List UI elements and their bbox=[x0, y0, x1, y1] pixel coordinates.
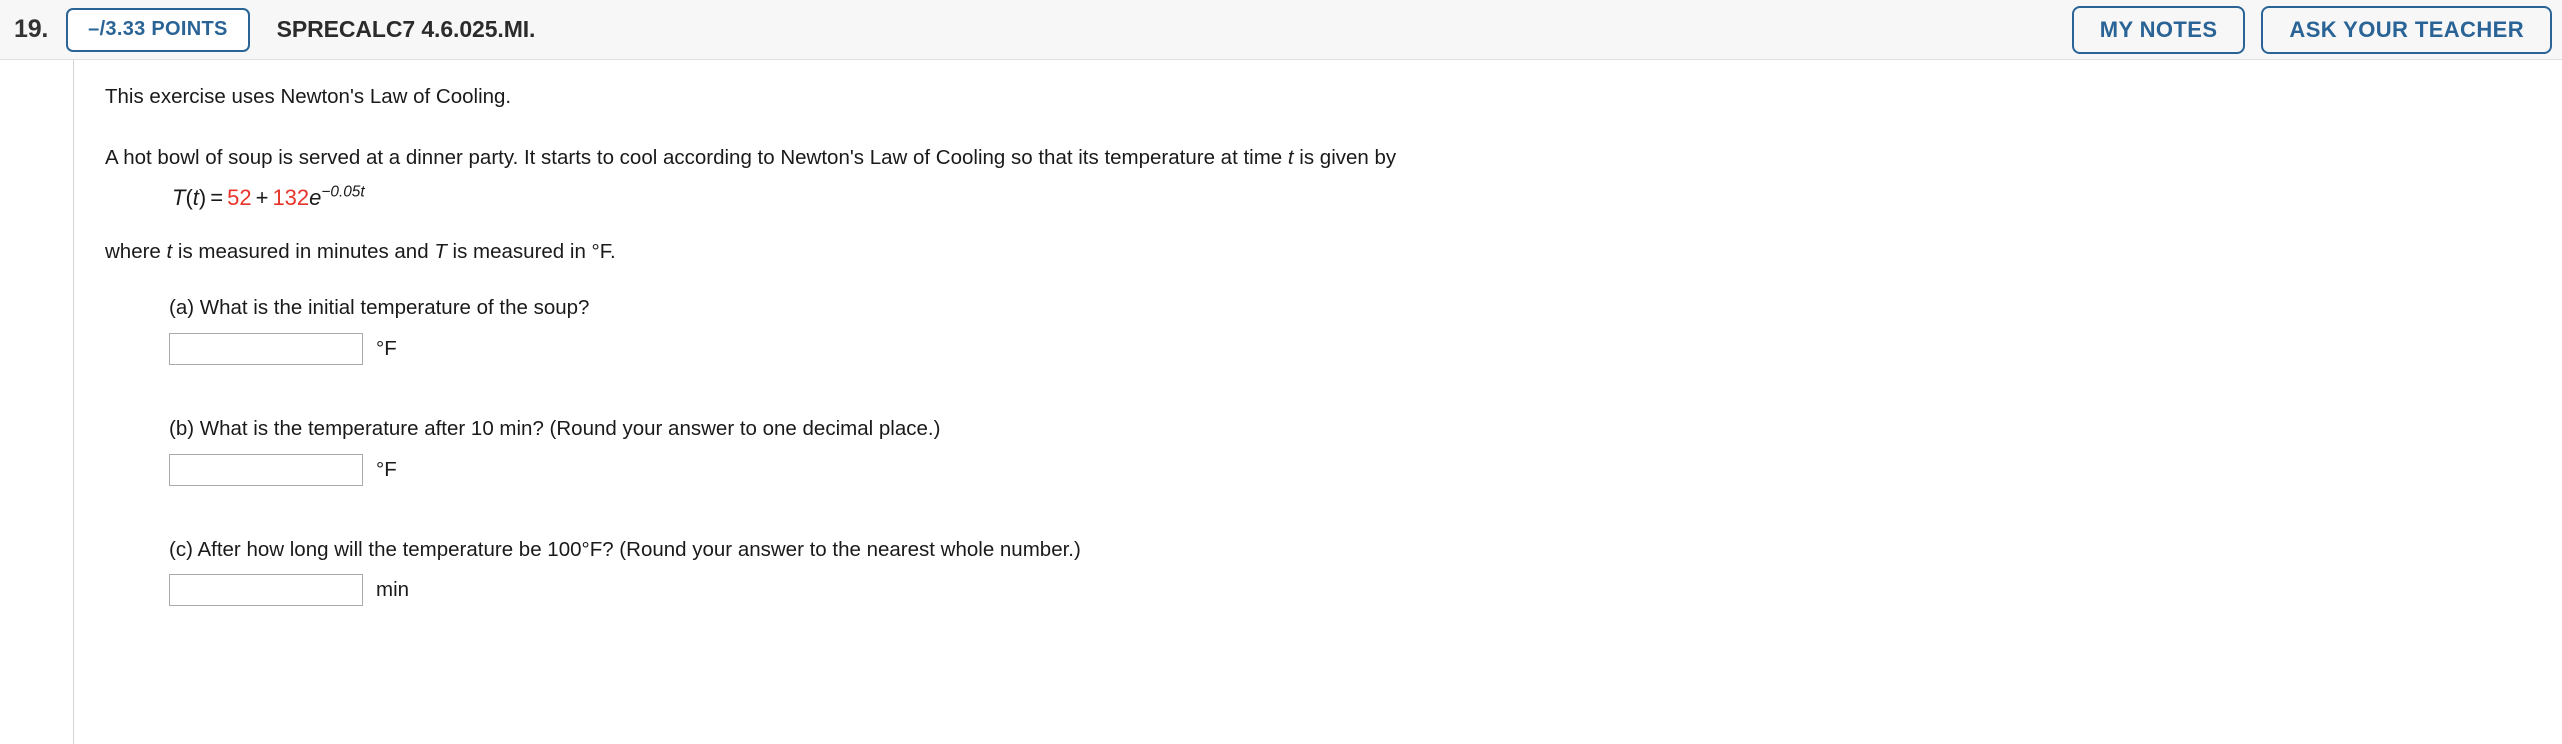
part-a-unit-label: °F bbox=[376, 337, 397, 361]
part-b: (b) What is the temperature after 10 min… bbox=[169, 365, 2542, 486]
equation-equals-sign: = bbox=[210, 185, 224, 211]
question-code: SPRECALC7 4.6.025.MI. bbox=[276, 16, 536, 42]
my-notes-label: MY NOTES bbox=[2099, 16, 2218, 42]
part-c: (c) After how long will the temperature … bbox=[169, 486, 2542, 607]
question-content: This exercise uses Newton's Law of Cooli… bbox=[105, 60, 2542, 607]
question-parts: (a) What is the initial temperature of t… bbox=[105, 265, 2542, 607]
part-c-answer-input[interactable] bbox=[169, 574, 363, 607]
points-badge[interactable]: –/3.33 POINTS bbox=[66, 7, 250, 52]
part-c-unit-label: min bbox=[376, 578, 410, 602]
setup-text-before: A hot bowl of soup is served at a dinner… bbox=[105, 145, 1288, 169]
setup-text-after: is given by bbox=[1293, 145, 1397, 169]
part-a: (a) What is the initial temperature of t… bbox=[169, 265, 2542, 366]
part-b-answer-input[interactable] bbox=[169, 453, 363, 486]
part-b-prompt: (b) What is the temperature after 10 min… bbox=[169, 417, 941, 441]
question-body: This exercise uses Newton's Law of Cooli… bbox=[0, 60, 2562, 744]
where-text-part2: is measured in minutes and bbox=[172, 239, 435, 263]
part-a-answer-row: °F bbox=[169, 333, 2542, 366]
intro-text: This exercise uses Newton's Law of Cooli… bbox=[105, 85, 512, 108]
where-variable-T: T bbox=[434, 239, 447, 263]
left-vertical-divider bbox=[73, 60, 74, 744]
question-number: 19. bbox=[14, 15, 49, 43]
points-badge-label: –/3.33 POINTS bbox=[88, 18, 228, 40]
equation-exponent: −0.05t bbox=[321, 184, 365, 202]
equation-paren-open: ( bbox=[185, 185, 193, 211]
equation-base-e: e bbox=[309, 185, 322, 211]
equation-constant-term: 52 bbox=[227, 185, 252, 211]
where-text-part3: is measured in °F. bbox=[446, 239, 616, 263]
part-b-unit-label: °F bbox=[376, 457, 397, 481]
where-text: where t is measured in minutes and T is … bbox=[105, 212, 2542, 266]
part-c-prompt: (c) After how long will the temperature … bbox=[169, 537, 1081, 561]
equation-coefficient: 132 bbox=[272, 185, 310, 211]
temperature-equation: T(t) = 52 +132e−0.05t bbox=[105, 171, 2542, 211]
setup-text: A hot bowl of soup is served at a dinner… bbox=[105, 111, 2542, 172]
part-a-prompt: (a) What is the initial temperature of t… bbox=[169, 296, 590, 320]
where-text-part1: where bbox=[105, 239, 167, 263]
part-c-answer-row: min bbox=[169, 574, 2542, 607]
equation-function-T: T bbox=[172, 185, 186, 211]
ask-your-teacher-button[interactable]: ASK YOUR TEACHER bbox=[2261, 5, 2552, 54]
equation-plus-sign: + bbox=[255, 185, 269, 211]
question-header: 19. –/3.33 POINTS SPRECALC7 4.6.025.MI. … bbox=[0, 0, 2562, 60]
ask-your-teacher-label: ASK YOUR TEACHER bbox=[2289, 16, 2524, 42]
my-notes-button[interactable]: MY NOTES bbox=[2071, 5, 2246, 54]
part-a-answer-input[interactable] bbox=[169, 333, 363, 366]
part-b-answer-row: °F bbox=[169, 453, 2542, 486]
